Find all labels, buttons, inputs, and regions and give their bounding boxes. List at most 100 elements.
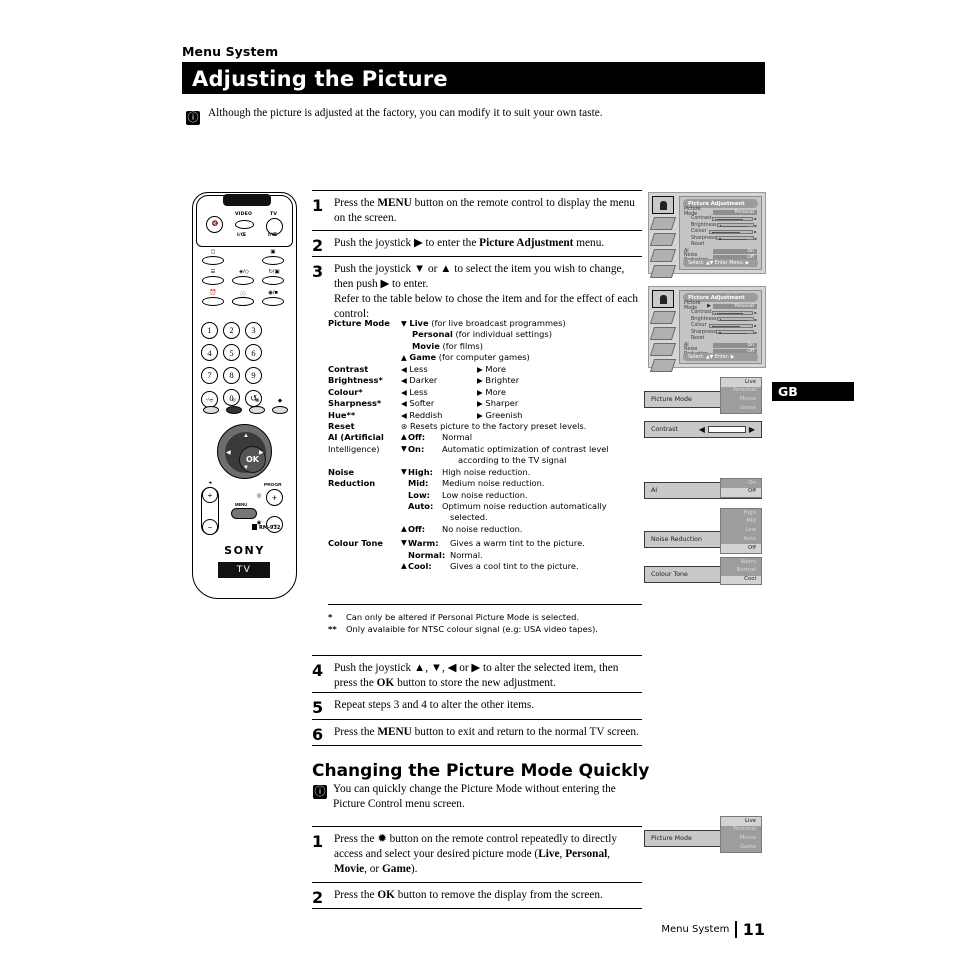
row-label: Sharpness* bbox=[328, 398, 382, 409]
arrow-down-icon: ▼ bbox=[401, 443, 407, 453]
option-left: Less bbox=[409, 386, 428, 397]
quick-step-1-number: 1 bbox=[312, 832, 324, 851]
page-footer: Menu System 11 bbox=[661, 920, 765, 939]
zoom-mode-button bbox=[272, 406, 288, 414]
quick-step-1-text: Press the ✹ button on the remote control… bbox=[334, 833, 618, 876]
option-left: Reddish bbox=[409, 409, 443, 420]
table-row-noise-reduction: Noise Reduction ▼ High: High noise reducti… bbox=[328, 467, 642, 536]
osd-row-label: Colour bbox=[691, 323, 707, 329]
plus-icon: + bbox=[207, 491, 213, 500]
osd-dropdown-noise-reduction: High Mid Low Auto Off bbox=[720, 508, 762, 555]
arrow-left-icon: ◀ bbox=[401, 399, 407, 409]
dropdown-option-game: Game bbox=[739, 843, 756, 850]
progr-plus-icon: + bbox=[271, 493, 278, 503]
key-7: 7 bbox=[201, 366, 218, 384]
option-desc: Resets picture to the factory preset lev… bbox=[409, 420, 587, 431]
sleep-icon: ☼ bbox=[208, 398, 214, 404]
osd-icon-features bbox=[649, 327, 677, 340]
step-1-number: 1 bbox=[312, 196, 324, 215]
osd-screenshot-2: Picture Adjustment Picture Mode ▶ Personal… bbox=[648, 286, 766, 372]
sound-mode-icon: ❋ bbox=[254, 398, 260, 404]
dropdown-option-off: Off bbox=[721, 544, 761, 554]
option-desc: Low noise reduction. bbox=[442, 489, 528, 500]
volume-icon: ◂ bbox=[208, 480, 212, 486]
function-button-9 bbox=[232, 297, 254, 306]
osd-slider bbox=[716, 330, 754, 335]
row-label: Picture Mode bbox=[328, 318, 390, 328]
picture-mode-sun-icon: ☉ bbox=[231, 398, 237, 404]
option-key: Off: bbox=[408, 432, 426, 443]
arrow-left-icon: ◀ bbox=[401, 387, 407, 397]
arrow-right-icon: ▶ bbox=[477, 399, 483, 409]
row-values: ◀ Less ▶ More bbox=[401, 364, 642, 375]
osd-footer: Select: ▲▼ Enter Menu: ▶ bbox=[683, 259, 758, 267]
option-desc: Automatic optimization of contrast level bbox=[442, 443, 609, 454]
footnote-marker: * bbox=[328, 612, 333, 622]
arrow-up-icon: ▲ bbox=[401, 561, 407, 571]
table-row-colour: Colour* ◀ Less ▶ More bbox=[328, 387, 642, 398]
osd-screenshot-1: Picture Adjustment Picture Mode Personal … bbox=[648, 192, 766, 278]
option-desc: Optimum noise reduction automatically bbox=[442, 501, 607, 511]
rule-after-quick-step-2 bbox=[312, 908, 642, 909]
option-key: Low: bbox=[408, 489, 430, 500]
quick-step-2-text: Press the OK button to remove the displa… bbox=[334, 889, 603, 901]
option-name: Movie bbox=[412, 340, 440, 351]
row-values: ◀ Softer ▶ Sharper bbox=[401, 398, 642, 409]
dropdown-option-mid: Mid bbox=[746, 518, 756, 525]
key-9: 9 bbox=[245, 366, 262, 384]
osd-row-picture-mode: Picture Mode ▶ Personal bbox=[680, 301, 761, 311]
remote-model-label: RM-932 bbox=[252, 524, 280, 531]
option-desc: (for live broadcast programmes) bbox=[431, 318, 566, 328]
dropdown-option-low: Low bbox=[745, 527, 756, 534]
arrow-down-icon: ▼ bbox=[401, 538, 407, 548]
remote-control-illustration: 🔇 VIDEO TV I/Œ I/Œ ◻ ▣ ☰ ◈/◇ ↻/▣ ⏰ ⓘ ◉/■… bbox=[192, 192, 297, 599]
zoom-mode-icon: ◆ bbox=[277, 398, 283, 404]
step-4: 4 Push the joystick ▲, ▼, ◀ or ▶ to alte… bbox=[312, 655, 642, 697]
picture-mode-sun-icon: ✹ bbox=[377, 833, 387, 845]
osd-icon-install bbox=[649, 359, 677, 372]
osd-icon-picture bbox=[652, 290, 674, 308]
section-note: You can quickly change the Picture Mode … bbox=[333, 783, 616, 810]
step-6-number: 6 bbox=[312, 725, 324, 744]
footer-divider bbox=[735, 921, 737, 938]
row-label: Hue** bbox=[328, 409, 356, 420]
function-button-1 bbox=[202, 256, 224, 265]
option-name: Game bbox=[409, 352, 437, 363]
table-row-reset: Reset ⊛ Resets picture to the factory pr… bbox=[328, 421, 642, 432]
dropdown-option-on: On bbox=[748, 479, 756, 486]
option-right: Greenish bbox=[485, 409, 523, 420]
osd-row-value: Personal bbox=[713, 209, 757, 215]
option-desc: (for individual settings) bbox=[455, 329, 552, 340]
minus-icon: − bbox=[207, 523, 213, 532]
video-power-button bbox=[235, 220, 254, 229]
option-desc: Gives a warm tint to the picture. bbox=[450, 538, 585, 549]
table-row-ai: AI (Artificial Intelligence) ▲ Off: Normal… bbox=[328, 432, 642, 466]
info-icon bbox=[186, 111, 200, 125]
dropdown-option-game: Game bbox=[739, 404, 756, 411]
sleep-button bbox=[203, 406, 219, 414]
menu-button bbox=[231, 508, 257, 519]
row-label: Contrast bbox=[328, 363, 369, 374]
step-2-number: 2 bbox=[312, 236, 324, 255]
osd-dot-icon: ▪ bbox=[753, 329, 757, 335]
remote-ir-window bbox=[223, 194, 271, 206]
osd-panel: Picture Adjustment Picture Mode ▶ Personal… bbox=[679, 290, 762, 364]
table-row-contrast: Contrast ◀ Less ▶ More bbox=[328, 364, 642, 375]
osd-box-slider: ◀ ▶ bbox=[699, 425, 761, 434]
osd-slider bbox=[709, 229, 753, 234]
row-label-line1: AI (Artificial bbox=[328, 432, 384, 443]
menu-button-label: MENU bbox=[235, 502, 248, 507]
step-4-text: Push the joystick ▲, ▼, ◀ or ▶ to alter … bbox=[334, 662, 619, 690]
arrow-up-icon: ▲ bbox=[401, 523, 407, 533]
manual-page: Menu System Adjusting the Picture Althou… bbox=[0, 0, 954, 954]
function-button-2 bbox=[262, 256, 284, 265]
option-left: Less bbox=[409, 363, 428, 374]
footnote-2: ** Only avalaible for NTSC colour signal … bbox=[328, 623, 642, 635]
dual-icon: ◈/◇ bbox=[239, 269, 249, 275]
osd-icon-picture bbox=[652, 196, 674, 214]
step-2-text: Push the joystick ▶ to enter the Picture… bbox=[334, 237, 605, 249]
function-button-8 bbox=[262, 297, 284, 306]
osd-slider bbox=[711, 310, 754, 315]
option-key: High: bbox=[408, 466, 433, 477]
step-4-number: 4 bbox=[312, 661, 324, 680]
